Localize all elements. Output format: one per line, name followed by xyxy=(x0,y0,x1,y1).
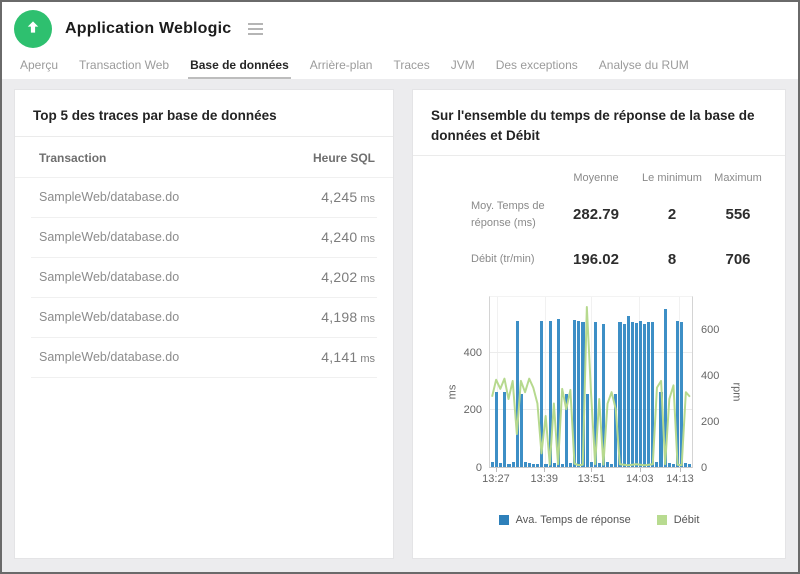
left-axis-ticks: 0200400 xyxy=(459,296,489,468)
sql-time-value: 4,240ms xyxy=(321,229,375,245)
tab-des-exceptions[interactable]: Des exceptions xyxy=(496,54,578,79)
axis-tick-label: 14:03 xyxy=(626,473,654,485)
axis-tick-label: 400 xyxy=(464,347,482,359)
left-axis-label: ms xyxy=(445,296,459,488)
column-transaction: Transaction xyxy=(39,151,106,165)
axis-tick-label: 200 xyxy=(464,404,482,416)
stats-header-moyenne: Moyenne xyxy=(555,166,637,188)
line-series xyxy=(490,297,692,467)
table-row[interactable]: SampleWeb/database.do 4,202ms xyxy=(31,258,377,298)
axis-tick-label: 200 xyxy=(701,416,719,428)
response-time-panel: Sur l'ensemble du temps de réponse de la… xyxy=(412,89,786,559)
stats-row-label: Débit (tr/min) xyxy=(429,241,555,278)
axis-tick-label: 13:39 xyxy=(531,473,559,485)
table-header: Transaction Heure SQL xyxy=(31,137,377,177)
legend-item[interactable]: Ava. Temps de réponse xyxy=(499,514,631,526)
axis-tick-label: 600 xyxy=(701,324,719,336)
legend-swatch-icon xyxy=(499,515,509,525)
sql-time-value: 4,245ms xyxy=(321,189,375,205)
table-row[interactable]: SampleWeb/database.do 4,141ms xyxy=(31,338,377,378)
dual-axis-chart[interactable]: ms 0 200 400 13:27 13:39 13:51 14:03 14:13 0 20… xyxy=(445,296,769,488)
legend-label: Débit xyxy=(674,514,700,526)
panel-title: Top 5 des traces par base de données xyxy=(31,104,377,136)
transaction-name: SampleWeb/database.do xyxy=(39,190,179,204)
tab-arri-re-plan[interactable]: Arrière-plan xyxy=(310,54,373,79)
tab-transaction-web[interactable]: Transaction Web xyxy=(79,54,169,79)
divider xyxy=(413,155,785,156)
tab-aper-u[interactable]: Aperçu xyxy=(20,54,58,79)
tab-base-de-donn-es[interactable]: Base de données xyxy=(190,54,289,79)
legend-swatch-icon xyxy=(657,515,667,525)
traces-table: SampleWeb/database.do4,245msSampleWeb/da… xyxy=(31,178,377,378)
arrow-up-icon xyxy=(24,18,42,41)
stats-table: Moyenne Le minimum Maximum Moy. Temps de… xyxy=(429,166,769,278)
tab-analyse-du-rum[interactable]: Analyse du RUM xyxy=(599,54,689,79)
chart-plot-area xyxy=(489,296,693,468)
column-sql-time: Heure SQL xyxy=(313,151,375,165)
sql-time-value: 4,202ms xyxy=(321,269,375,285)
axis-tick-label: 13:27 xyxy=(482,473,510,485)
stats-value: 706 xyxy=(707,251,769,268)
transaction-name: SampleWeb/database.do xyxy=(39,350,179,364)
right-axis-ticks: 0200400600 xyxy=(693,296,729,468)
top-traces-panel: Top 5 des traces par base de données Tra… xyxy=(14,89,394,559)
legend-item[interactable]: Débit xyxy=(657,514,700,526)
axis-tick-label: 13:51 xyxy=(578,473,606,485)
right-axis-label: rpm xyxy=(729,296,743,488)
stats-header-maximum: Maximum xyxy=(707,166,769,188)
stats-value: 2 xyxy=(637,206,707,223)
app-header: Application Weblogic xyxy=(2,2,798,52)
legend-label: Ava. Temps de réponse xyxy=(516,514,631,526)
tab-traces[interactable]: Traces xyxy=(393,54,429,79)
tab-jvm[interactable]: JVM xyxy=(451,54,475,79)
axis-tick-label: 400 xyxy=(701,370,719,382)
sql-time-value: 4,141ms xyxy=(321,349,375,365)
app-logo xyxy=(14,10,52,48)
axis-tick-label: 14:13 xyxy=(666,473,694,485)
transaction-name: SampleWeb/database.do xyxy=(39,310,179,324)
app-window: Application Weblogic Aperçu Transaction W… xyxy=(0,0,800,574)
axis-tick-label: 0 xyxy=(476,462,482,474)
axis-tick-label: 0 xyxy=(701,462,707,474)
stats-value: 196.02 xyxy=(555,251,637,268)
transaction-name: SampleWeb/database.do xyxy=(39,270,179,284)
stats-header-minimum: Le minimum xyxy=(637,166,707,188)
stats-row-label: Moy. Temps de réponse (ms) xyxy=(429,188,555,241)
table-row[interactable]: SampleWeb/database.do 4,245ms xyxy=(31,178,377,218)
hamburger-icon[interactable] xyxy=(244,19,267,39)
chart-legend: Ava. Temps de réponse Débit xyxy=(429,514,769,526)
stats-value: 556 xyxy=(707,206,769,223)
table-row[interactable]: SampleWeb/database.do 4,240ms xyxy=(31,218,377,258)
main-content: Top 5 des traces par base de données Tra… xyxy=(2,79,798,572)
transaction-name: SampleWeb/database.do xyxy=(39,230,179,244)
page-title: Application Weblogic xyxy=(65,20,231,38)
table-row[interactable]: SampleWeb/database.do 4,198ms xyxy=(31,298,377,338)
sql-time-value: 4,198ms xyxy=(321,309,375,325)
stats-value: 282.79 xyxy=(555,206,637,223)
tab-bar: Aperçu Transaction Web Base de données Arri… xyxy=(2,52,798,79)
panel-title: Sur l'ensemble du temps de réponse de la… xyxy=(429,104,759,155)
x-axis-ticks: 13:2713:3913:5114:0314:13 xyxy=(489,468,693,488)
stats-value: 8 xyxy=(637,251,707,268)
